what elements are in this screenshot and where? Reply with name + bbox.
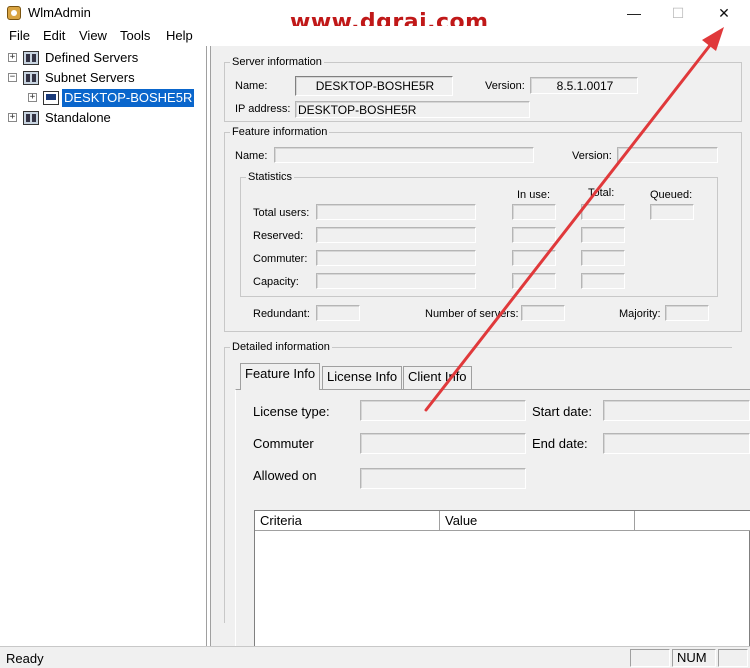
expand-plus-icon[interactable]: + xyxy=(28,93,37,102)
expand-plus-icon[interactable]: + xyxy=(8,113,17,122)
server-group-icon xyxy=(23,111,39,125)
computer-icon xyxy=(43,91,59,105)
redundant-label: Redundant: xyxy=(253,308,310,320)
feature-name-label: Name: xyxy=(235,150,268,162)
menu-file[interactable]: File xyxy=(9,28,30,43)
window-title: WlmAdmin xyxy=(28,5,91,20)
server-version-field: 8.5.1.0017 xyxy=(530,77,638,94)
stat-queued-field xyxy=(650,204,694,220)
stat-total-field xyxy=(581,273,625,289)
start-date-field xyxy=(603,400,750,421)
statistics-title: Statistics xyxy=(246,171,295,183)
menu-view[interactable]: View xyxy=(79,28,107,43)
stat-in-use-field xyxy=(512,204,556,220)
allowed-on-label: Allowed on xyxy=(253,468,317,483)
detailed-info-title: Detailed information xyxy=(230,341,332,353)
tab-client-info[interactable]: Client Info xyxy=(403,366,472,389)
tree-label-selected: DESKTOP-BOSHE5R xyxy=(62,89,195,107)
column-header-criteria[interactable]: Criteria xyxy=(255,511,440,531)
feature-info-title: Feature information xyxy=(230,126,330,138)
commuter-label: Commuter xyxy=(253,436,314,451)
stat-total-users-field xyxy=(316,204,476,220)
number-of-servers-field xyxy=(521,305,565,321)
menu-edit[interactable]: Edit xyxy=(43,28,65,43)
tab-license-info[interactable]: License Info xyxy=(322,366,403,389)
stat-capacity-label: Capacity: xyxy=(253,276,299,288)
ip-address-label: IP address: xyxy=(235,103,291,115)
server-version-label: Version: xyxy=(485,80,525,92)
stat-reserved-label: Reserved: xyxy=(253,230,304,242)
stat-total-field xyxy=(581,227,625,243)
stat-capacity-field xyxy=(316,273,476,289)
stat-in-use-field xyxy=(512,250,556,266)
end-date-label: End date: xyxy=(532,436,588,451)
collapse-minus-icon[interactable]: − xyxy=(8,73,17,82)
status-text: Ready xyxy=(6,651,44,666)
status-num-indicator: NUM xyxy=(672,649,716,667)
column-header-value[interactable]: Value xyxy=(440,511,635,531)
allowed-on-field xyxy=(360,468,526,489)
stat-in-use-field xyxy=(512,273,556,289)
start-date-label: Start date: xyxy=(532,404,592,419)
majority-field xyxy=(665,305,709,321)
stat-commuter-label: Commuter: xyxy=(253,253,308,265)
menu-help[interactable]: Help xyxy=(166,28,193,43)
menu-bar: File Edit View Tools Help xyxy=(0,26,750,46)
statistics-group xyxy=(240,177,718,297)
tree-label: Defined Servers xyxy=(45,50,139,65)
server-name-label: Name: xyxy=(235,80,268,92)
tree-label: Standalone xyxy=(45,110,111,125)
number-of-servers-label: Number of servers: xyxy=(425,308,519,320)
server-tree: + Defined Servers − Subnet Servers + DES… xyxy=(2,46,207,646)
total-header: Total: xyxy=(588,187,615,199)
stat-commuter-field xyxy=(316,250,476,266)
license-type-label: License type: xyxy=(253,404,330,419)
tab-feature-info[interactable]: Feature Info xyxy=(240,363,321,390)
status-pane-blank xyxy=(630,649,670,667)
criteria-list[interactable]: Criteria Value xyxy=(254,510,750,650)
server-group-icon xyxy=(23,71,39,85)
license-type-field xyxy=(360,400,526,421)
redundant-field xyxy=(316,305,360,321)
menu-tools[interactable]: Tools xyxy=(120,28,150,43)
minimize-button[interactable]: — xyxy=(620,3,648,23)
status-pane-blank xyxy=(718,649,748,667)
majority-label: Majority: xyxy=(619,308,661,320)
maximize-button[interactable]: ☐ xyxy=(664,3,692,23)
close-button[interactable]: ✕ xyxy=(710,3,738,23)
stat-in-use-field xyxy=(512,227,556,243)
app-icon xyxy=(7,6,21,20)
feature-version-field xyxy=(617,147,718,163)
title-bar: WlmAdmin www.dgrai.com — ☐ ✕ xyxy=(0,0,750,35)
expand-plus-icon[interactable]: + xyxy=(8,53,17,62)
commuter-field xyxy=(360,433,526,454)
stat-total-field xyxy=(581,204,625,220)
ip-address-field: DESKTOP-BOSHE5R xyxy=(295,101,530,118)
server-group-icon xyxy=(23,51,39,65)
tree-label: Subnet Servers xyxy=(45,70,135,85)
stat-reserved-field xyxy=(316,227,476,243)
column-header-blank xyxy=(635,511,750,531)
in-use-header: In use: xyxy=(517,189,551,201)
server-info-title: Server information xyxy=(230,56,324,68)
server-name-field: DESKTOP-BOSHE5R xyxy=(295,76,453,96)
end-date-field xyxy=(603,433,750,454)
status-bar: Ready NUM xyxy=(0,646,750,668)
stat-total-field xyxy=(581,250,625,266)
feature-name-field xyxy=(274,147,534,163)
feature-version-label: Version: xyxy=(572,150,612,162)
stat-total-users-label: Total users: xyxy=(253,207,310,219)
queued-header: Queued: xyxy=(650,189,693,201)
